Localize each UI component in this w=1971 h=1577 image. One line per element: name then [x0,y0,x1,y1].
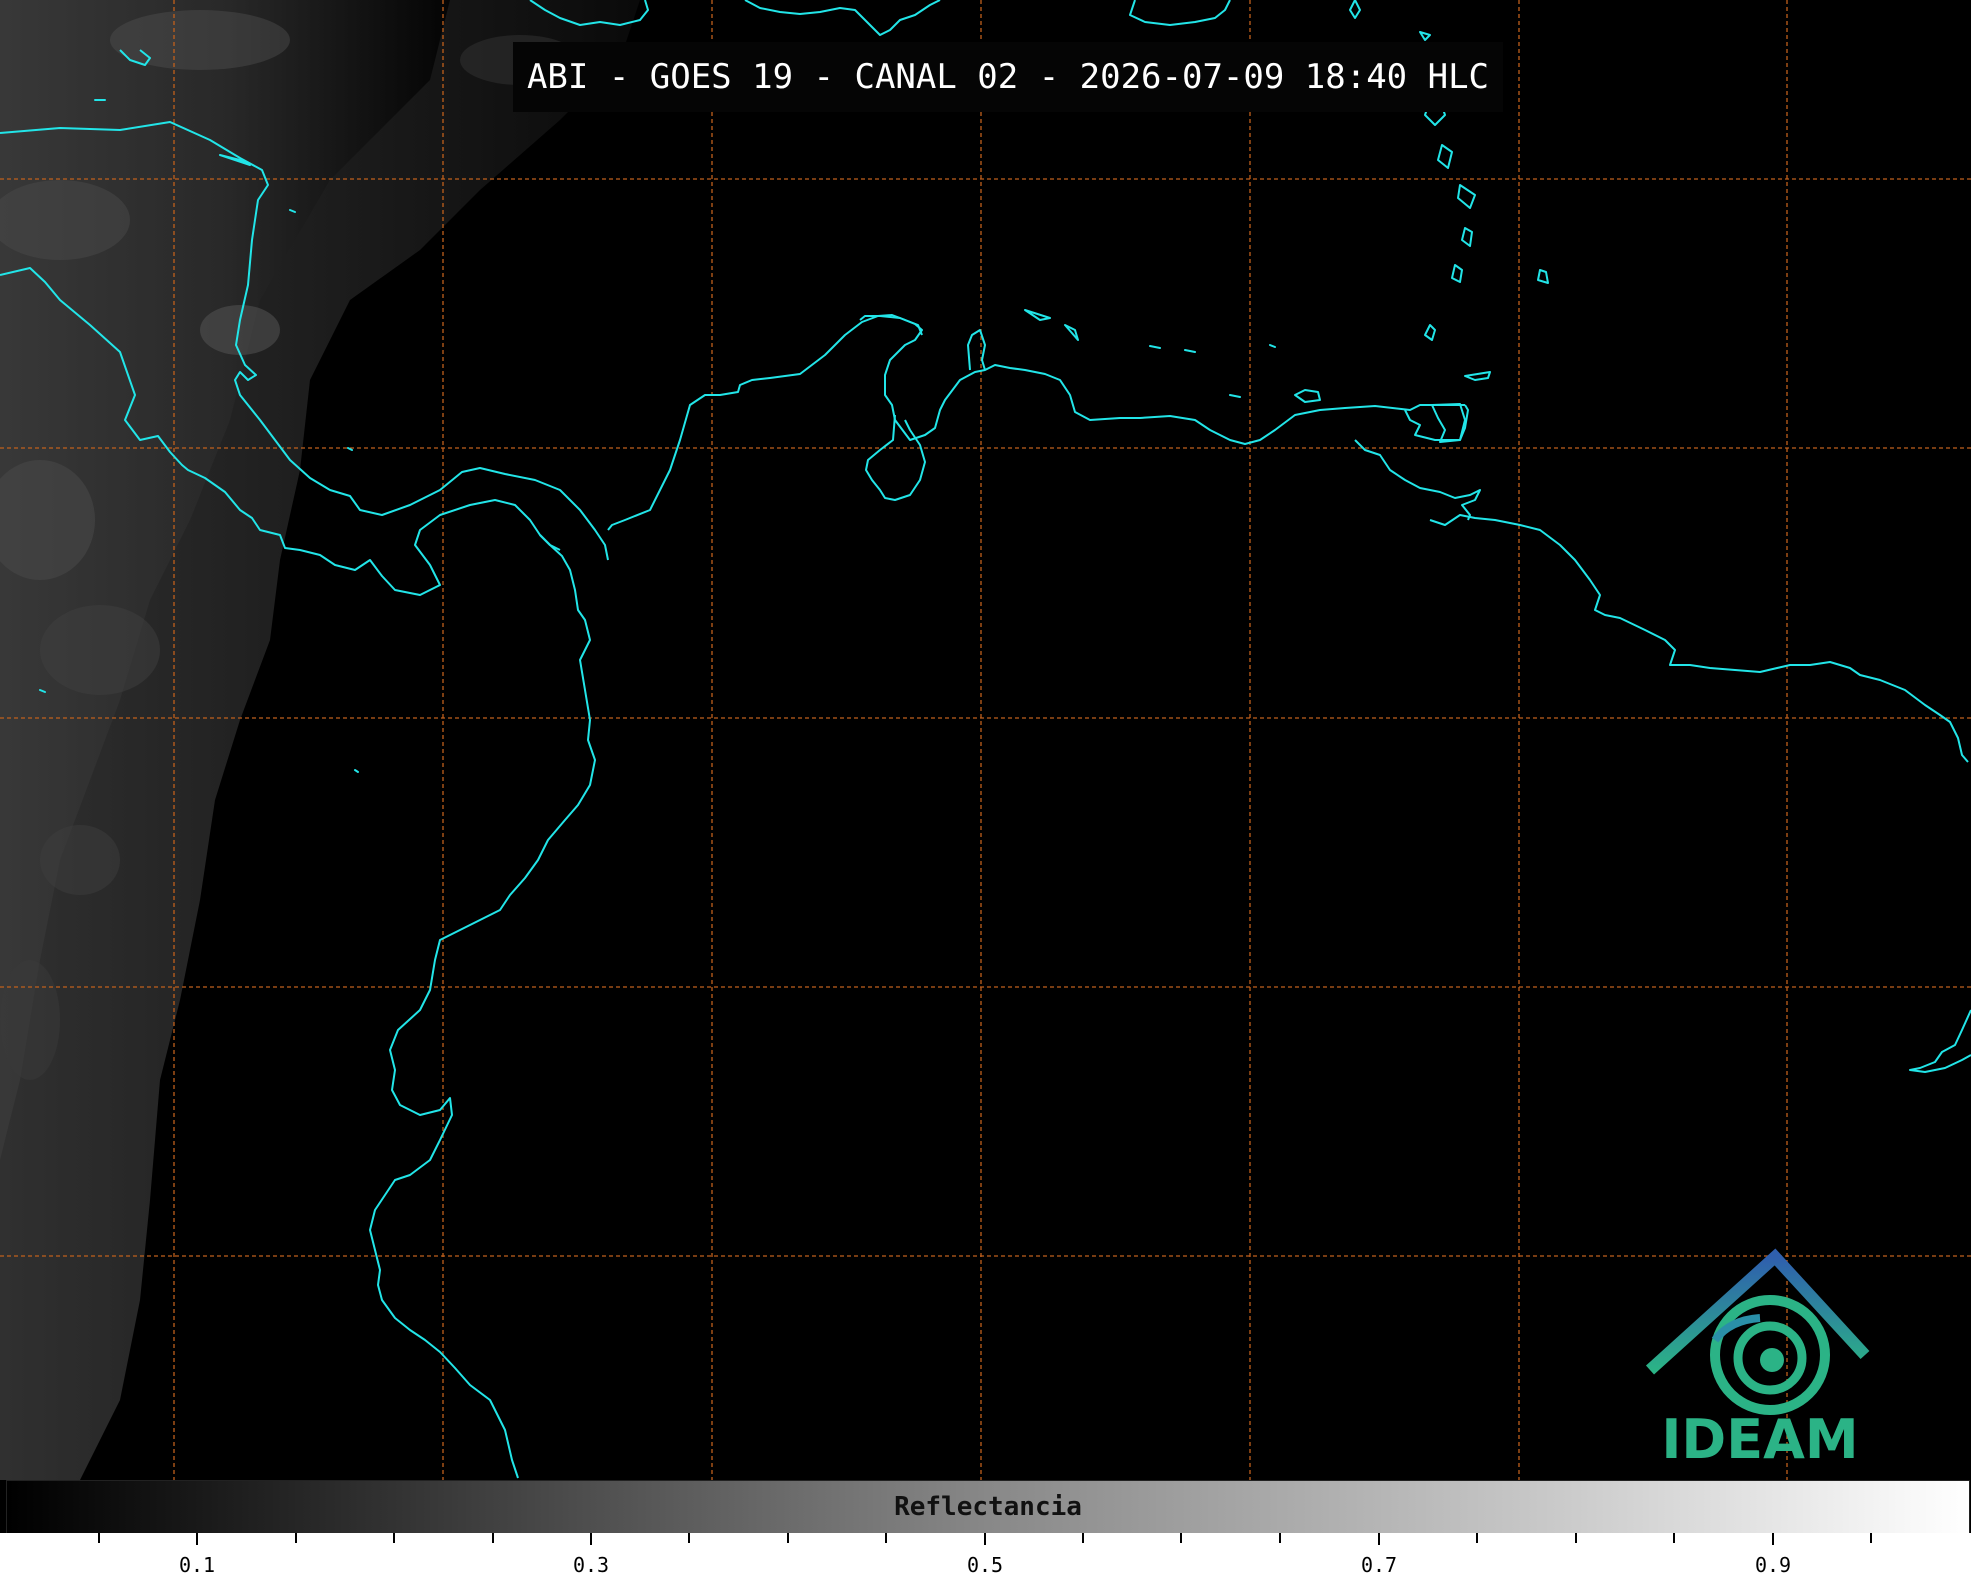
colorbar-minor-tick [492,1533,494,1543]
colorbar-major-tick [1378,1533,1380,1545]
coastline-puerto-rico [1129,0,1231,26]
coastline-antilles-8 [1424,324,1436,341]
coastline-maracaibo [865,414,926,501]
coastline-guyana [1429,514,1969,763]
satellite-image-viewer: ABI - GOES 19 - CANAL 02 - 2026-07-09 18… [0,0,1971,1577]
ideam-logo-icon [1645,1248,1870,1415]
satellite-map [0,0,1971,1480]
coastline-orinoco [1354,439,1481,521]
coastline-amazon-mouth [1909,1009,1971,1073]
coastline-antilles-7 [1451,264,1463,283]
coastline-antilles-6 [1461,227,1473,247]
coastline-antilles-10 [1464,371,1491,381]
coastline-panama-colombia [369,534,596,1479]
colorbar-minor-tick [98,1533,100,1543]
colorbar-minor-tick [393,1533,395,1543]
colorbar-minor-tick [1575,1533,1577,1543]
coastline-hispaniola [744,0,941,36]
colorbar-minor-tick [688,1533,690,1543]
colorbar-minor-tick [787,1533,789,1543]
colorbar-minor-tick [1180,1533,1182,1543]
image-title: ABI - GOES 19 - CANAL 02 - 2026-07-09 18… [513,42,1503,112]
colorbar-major-tick [1772,1533,1774,1545]
colorbar-major-tick [590,1533,592,1545]
colorbar-axis: 0.1 0.3 0.5 0.7 0.9 [0,1533,1971,1577]
coastline-margarita [1294,389,1321,403]
colorbar-tick-label: 0.5 [966,1553,1004,1577]
reflectance-colorbar: Reflectancia [6,1480,1970,1535]
colorbar-major-tick [984,1533,986,1545]
colorbar-minor-tick [1082,1533,1084,1543]
colorbar-minor-tick [1279,1533,1281,1543]
ideam-logo-text: IDEAM [1661,1408,1859,1471]
colorbar-minor-tick [1870,1533,1872,1543]
coastline-antilles-9 [1537,269,1549,284]
coastline-antilles-4 [1437,144,1453,169]
coastline-antilles-2 [1419,31,1431,41]
colorbar-label: Reflectancia [894,1492,1082,1522]
coastline-paraguana [967,329,986,371]
colorbar-tick-label: 0.7 [1360,1553,1398,1577]
coastline-venezuela-east [1404,404,1469,441]
coastline-trinidad [1431,403,1466,443]
coastline-antilles-5 [1457,184,1476,209]
colorbar-minor-tick [1673,1533,1675,1543]
coastline-caribbean [607,314,1465,531]
colorbar-tick-label: 0.1 [178,1553,216,1577]
colorbar-tick-label: 0.9 [1754,1553,1792,1577]
colorbar-minor-tick [295,1533,297,1543]
colorbar-major-tick [196,1533,198,1545]
colorbar-minor-tick [885,1533,887,1543]
cloud-field [0,0,640,1480]
colorbar-minor-tick [1476,1533,1478,1543]
coastline-antilles-1 [1349,0,1361,19]
colorbar-tick-label: 0.3 [572,1553,610,1577]
